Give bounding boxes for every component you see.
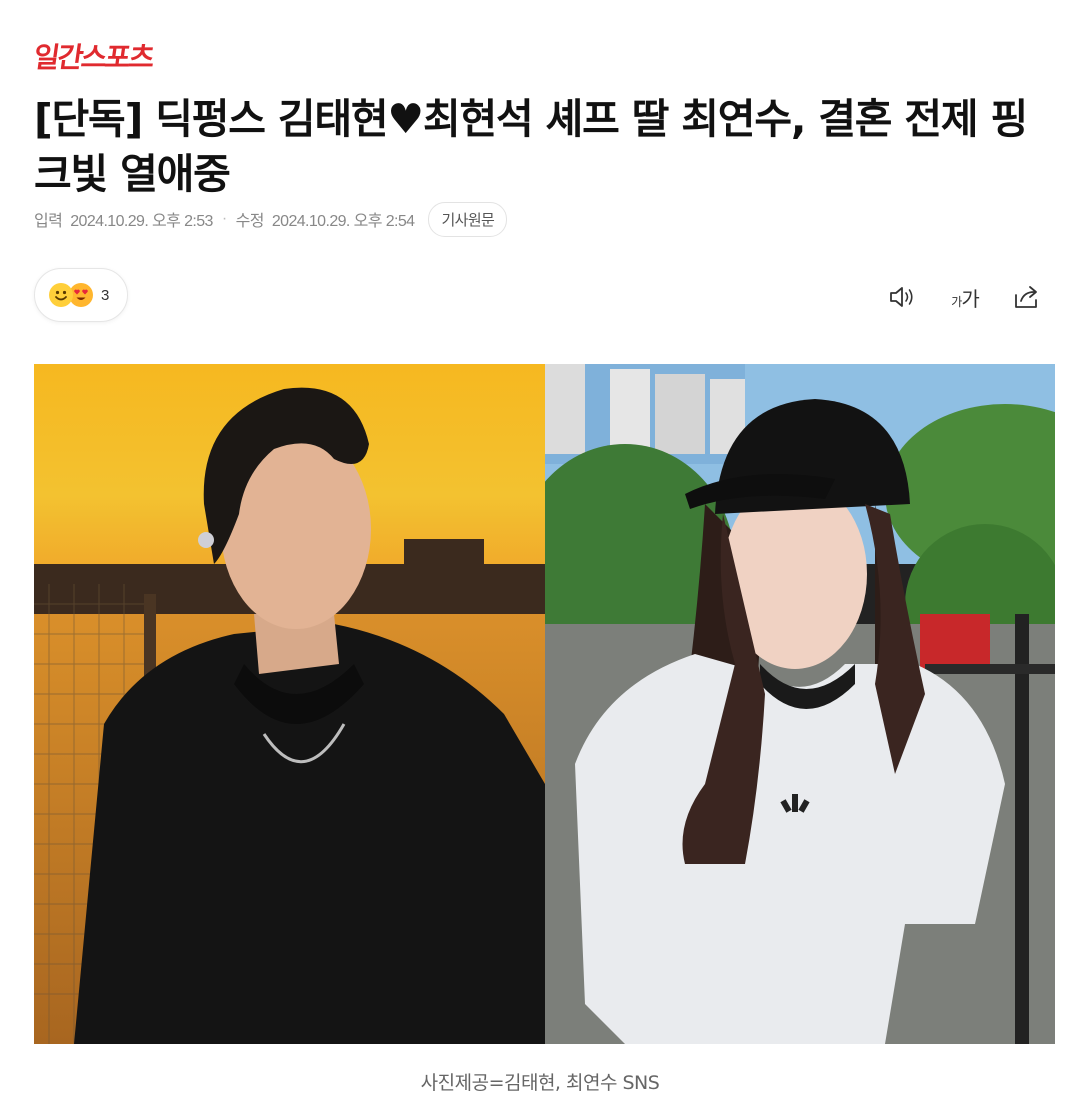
input-time: 2024.10.29. 오후 2:53 <box>70 213 213 230</box>
share-icon[interactable] <box>1010 280 1044 314</box>
photo-woman-cap <box>545 364 1055 1044</box>
speaker-icon[interactable] <box>886 280 920 314</box>
article-photo <box>34 364 1055 1044</box>
reaction-count: 3 <box>101 286 110 304</box>
font-size-large-label: 가 <box>961 286 979 311</box>
original-article-button[interactable]: 기사원문 <box>428 201 508 237</box>
brand-logo[interactable]: 일간스포츠 <box>31 36 155 76</box>
article-tools: 가가 <box>886 280 1044 314</box>
photo-man-sunset <box>34 364 545 1044</box>
reaction-button[interactable]: 3 <box>34 268 128 322</box>
article-meta: 입력 2024.10.29. 오후 2:53 · 수정 2024.10.29. … <box>34 201 508 237</box>
meta-separator: · <box>221 210 227 227</box>
font-size-icon[interactable]: 가가 <box>948 280 982 314</box>
photo-caption: 사진제공=김태현, 최연수 SNS <box>420 1072 660 1094</box>
input-label: 입력 <box>34 213 63 230</box>
article-headline: [단독] 딕펑스 김태현♥최현석 셰프 딸 최연수, 결혼 전제 핑크빛 열애중 <box>34 95 1028 198</box>
font-size-small-label: 가 <box>951 294 962 309</box>
smiling-face-icon <box>49 283 73 307</box>
modified-label: 수정 <box>235 213 265 230</box>
modified-time: 2024.10.29. 오후 2:54 <box>271 213 415 230</box>
article-page: 일간스포츠 [단독] 딕펑스 김태현♥최현석 셰프 딸 최연수, 결혼 전제 핑… <box>0 0 1080 1104</box>
